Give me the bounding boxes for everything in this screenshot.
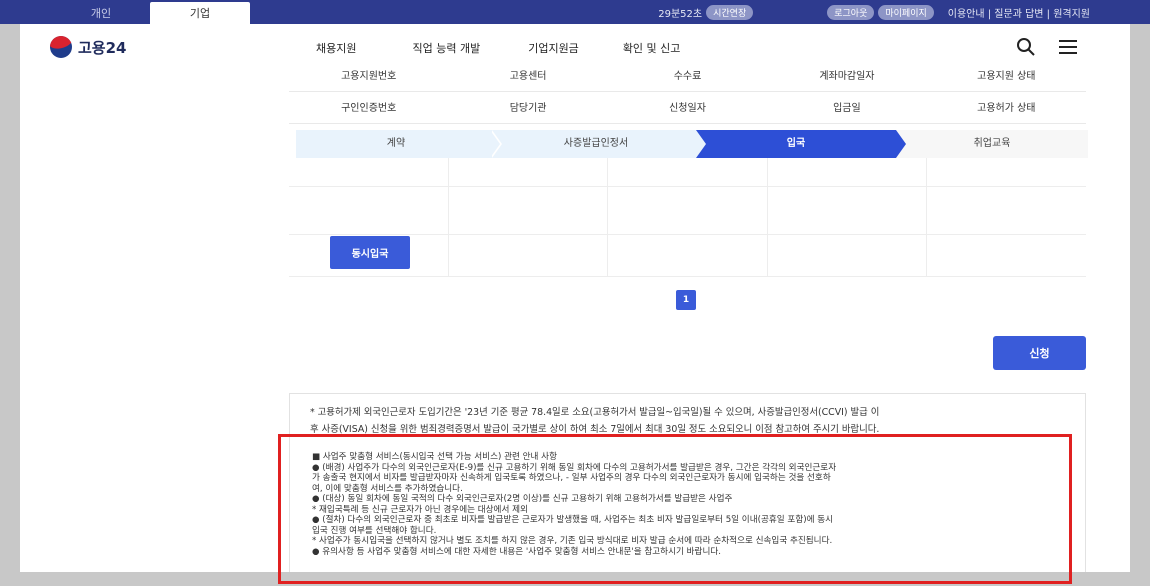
grid-line bbox=[289, 234, 1086, 235]
apply-button[interactable]: 신청 bbox=[993, 336, 1086, 370]
extend-session-button[interactable]: 시간연장 bbox=[706, 4, 754, 20]
logout-button[interactable]: 로그아웃 bbox=[827, 4, 875, 20]
step-training: 취업교육 bbox=[896, 130, 1088, 158]
main-nav: 채용지원 직업 능력 개발 기업지원금 확인 및 신고 bbox=[316, 40, 736, 56]
notice-intro: * 고용허가제 외국인근로자 도입기간은 '23년 기준 평균 78.4일로 소… bbox=[310, 404, 1070, 438]
logo-emblem-icon bbox=[50, 36, 72, 58]
nav-item-training[interactable]: 직업 능력 개발 bbox=[412, 40, 480, 56]
notice-details: ■ 사업주 맞춤형 서비스(동시입국 선택 가능 서비스) 관련 안내 사항 ●… bbox=[312, 452, 1072, 557]
col-application-date: 신청일자 bbox=[669, 103, 706, 114]
info-header-row-1: 고용지원번호 고용센터 수수료 계좌마감일자 고용지원 상태 bbox=[289, 62, 1086, 92]
col-fee: 수수료 bbox=[673, 71, 702, 82]
utility-links[interactable]: 이용안내 | 질문과 답변 | 원격지원 bbox=[948, 5, 1090, 20]
step-arrow-separator bbox=[490, 130, 500, 158]
notice-detail-line: 가 송출국 현지에서 비자를 발급받자마자 신속하게 입국토록 하였으나, - … bbox=[312, 473, 831, 483]
notice-detail-line: ● (배경) 사업주가 다수의 외국인근로자(E-9)를 신규 고용하기 위해 … bbox=[312, 462, 837, 473]
step-visa-certificate: 사증발급인정서 bbox=[496, 130, 696, 158]
page-1-button[interactable]: 1 bbox=[676, 290, 696, 310]
col-permit-status: 고용허가 상태 bbox=[977, 103, 1036, 114]
menu-icon[interactable] bbox=[1058, 37, 1078, 57]
grid-line bbox=[289, 186, 1086, 187]
tab-personal[interactable]: 개인 bbox=[52, 2, 150, 24]
notice-detail-line: 여, 이에 맞춤형 서비스를 추가하였습니다. bbox=[312, 483, 463, 494]
tab-business[interactable]: 기업 bbox=[150, 2, 250, 24]
col-employment-center: 고용센터 bbox=[509, 71, 547, 82]
notice-detail-line: * 재입국특례 등 신규 근로자가 아닌 경우에는 대상에서 제외 bbox=[312, 504, 528, 515]
logo-text: 고용24 bbox=[78, 38, 127, 57]
session-controls: 29분52초 시간연장 로그아웃 마이페이지 이용안내 | 질문과 답변 | 원… bbox=[658, 0, 1090, 24]
notice-detail-line: ● (대상) 동일 회차에 동일 국적의 다수 외국인근로자(2명 이상)를 신… bbox=[312, 494, 733, 504]
grid-line bbox=[926, 158, 927, 276]
step-contract: 계약 bbox=[296, 130, 496, 158]
info-header-row-2: 구인인증번호 담당기관 신청일자 입금일 고용허가 상태 bbox=[289, 94, 1086, 124]
search-icon[interactable] bbox=[1016, 37, 1036, 57]
simultaneous-entry-button[interactable]: 동시입국 bbox=[330, 236, 410, 269]
grid-line bbox=[607, 158, 608, 276]
notice-line: 후 사증(VISA) 신청을 위한 범죄경력증명서 발급이 국가별로 상이 하여… bbox=[310, 424, 880, 435]
col-deposit-date: 입금일 bbox=[833, 103, 861, 114]
mypage-button[interactable]: 마이페이지 bbox=[878, 4, 934, 20]
col-account-deadline: 계좌마감일자 bbox=[819, 71, 875, 82]
notice-detail-line: ● 유의사항 등 사업주 맞춤형 서비스에 대한 자세한 내용은 '사업주 맞춤… bbox=[312, 546, 721, 557]
col-job-cert-no: 구인인증번호 bbox=[341, 103, 397, 114]
main-page: 고용24 채용지원 직업 능력 개발 기업지원금 확인 및 신고 고용지원번호 … bbox=[20, 24, 1130, 572]
step-arrow-separator bbox=[896, 130, 906, 158]
notice-line: * 고용허가제 외국인근로자 도입기간은 '23년 기준 평균 78.4일로 소… bbox=[310, 407, 880, 418]
step-entry: 입국 bbox=[696, 130, 896, 158]
notice-detail-line: ■ 사업주 맞춤형 서비스(동시입국 선택 가능 서비스) 관련 안내 사항 bbox=[312, 452, 557, 462]
nav-item-report[interactable]: 확인 및 신고 bbox=[623, 40, 681, 56]
progress-steps: 계약 사증발급인정서 입국 취업교육 bbox=[296, 130, 1088, 158]
grid-line bbox=[767, 158, 768, 276]
top-utility-bar: 개인 기업 29분52초 시간연장 로그아웃 마이페이지 이용안내 | 질문과 … bbox=[0, 0, 1150, 24]
site-logo[interactable]: 고용24 bbox=[50, 36, 126, 58]
col-support-status: 고용지원 상태 bbox=[977, 71, 1036, 82]
notice-box: * 고용허가제 외국인근로자 도입기간은 '23년 기준 평균 78.4일로 소… bbox=[289, 393, 1086, 572]
col-employment-support-no: 고용지원번호 bbox=[341, 71, 397, 82]
col-agency: 담당기관 bbox=[509, 103, 547, 114]
grid-line bbox=[448, 158, 449, 276]
notice-detail-line: ● (절차) 다수의 외국인근로자 중 최초로 비자를 발급받은 근로자가 발생… bbox=[312, 515, 834, 525]
nav-item-subsidy[interactable]: 기업지원금 bbox=[528, 40, 579, 56]
step-arrow-separator bbox=[696, 130, 706, 158]
notice-detail-line: * 사업주가 동시입국을 선택하지 않거나 별도 조치를 하지 않은 경우, 기… bbox=[312, 536, 833, 546]
notice-detail-line: 입국 진행 여부를 선택해야 합니다. bbox=[312, 525, 437, 536]
nav-item-recruit[interactable]: 채용지원 bbox=[316, 40, 356, 56]
grid-line bbox=[289, 276, 1086, 277]
session-timer: 29분52초 bbox=[658, 8, 703, 20]
